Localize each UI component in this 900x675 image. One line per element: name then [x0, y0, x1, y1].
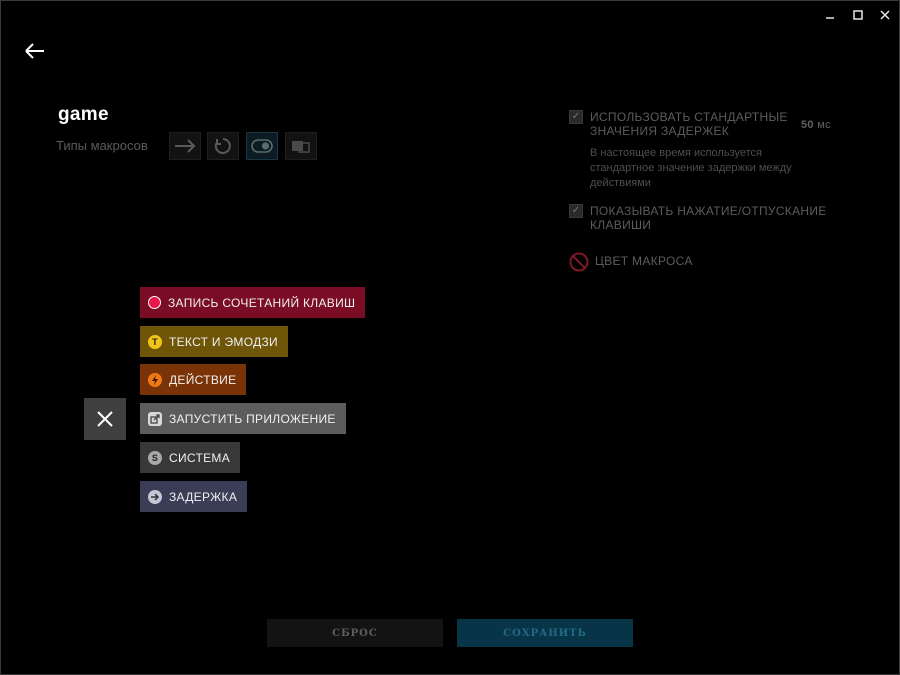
reset-button[interactable]: СБРОС [267, 619, 443, 647]
menu-item-label: ЗАПИСЬ СОЧЕТАНИЙ КЛАВИШ [168, 295, 356, 310]
menu-item-label: ЗАПУСТИТЬ ПРИЛОЖЕНИЕ [169, 411, 336, 426]
delay-icon [148, 489, 162, 504]
lightning-icon [148, 372, 162, 387]
app-window [0, 0, 900, 675]
record-icon [148, 296, 161, 309]
no-color-icon[interactable] [569, 252, 589, 272]
menu-item-label: ДЕЙСТВИЕ [169, 372, 237, 387]
default-delay-label-line2: ЗНАЧЕНИЯ ЗАДЕРЖЕК [590, 124, 730, 138]
show-press-label: ПОКАЗЫВАТЬ НАЖАТИЕ/ОТПУСКАНИЕ КЛАВИШИ [590, 204, 827, 232]
menu-item-label: СИСТЕМА [169, 450, 230, 465]
save-button[interactable]: СОХРАНИТЬ [457, 619, 633, 647]
menu-item-label: ЗАДЕРЖКА [169, 489, 238, 504]
macro-color-label: ЦВЕТ МАКРОСА [595, 254, 693, 268]
launch-app-icon [148, 411, 162, 426]
maximize-icon[interactable] [848, 6, 868, 24]
show-press-label-line2: КЛАВИШИ [590, 218, 652, 232]
text-icon: T [148, 334, 162, 349]
delay-note: В настоящее время используется стандартн… [590, 146, 792, 191]
macro-types-label: Типы макросов [56, 138, 148, 153]
delay-value-number: 50 [801, 119, 814, 131]
default-delay-checkbox[interactable]: ✓ [569, 110, 583, 124]
menu-item-text[interactable]: T ТЕКСТ И ЭМОДЗИ [140, 326, 288, 357]
delay-unit: мс [817, 119, 831, 131]
arrow-right-icon[interactable] [169, 132, 201, 160]
minimize-icon[interactable] [820, 6, 840, 24]
show-press-label-line1: ПОКАЗЫВАТЬ НАЖАТИЕ/ОТПУСКАНИЕ [590, 204, 827, 218]
hold-icon[interactable] [285, 132, 317, 160]
default-delay-label-line1: ИСПОЛЬЗОВАТЬ СТАНДАРТНЫЕ [590, 110, 788, 124]
arrow-left-icon[interactable] [24, 42, 46, 60]
close-icon[interactable] [875, 6, 895, 24]
menu-item-delay[interactable]: ЗАДЕРЖКА [140, 481, 248, 512]
delay-note-line3: действиями [590, 177, 651, 189]
menu-item-launch-app[interactable]: ЗАПУСТИТЬ ПРИЛОЖЕНИЕ [140, 403, 346, 434]
show-press-checkbox[interactable]: ✓ [569, 204, 583, 218]
repeat-icon[interactable] [207, 132, 239, 160]
toggle-icon[interactable] [246, 132, 278, 160]
menu-item-label: ТЕКСТ И ЭМОДЗИ [169, 334, 278, 349]
menu-item-record[interactable]: ЗАПИСЬ СОЧЕТАНИЙ КЛАВИШ [140, 287, 366, 318]
delay-value[interactable]: 50 мс [801, 118, 831, 132]
close-menu-button[interactable] [84, 398, 126, 440]
delay-note-line1: В настоящее время используется [590, 147, 762, 159]
macro-name: game [58, 104, 109, 125]
close-icon [97, 411, 113, 427]
default-delay-label: ИСПОЛЬЗОВАТЬ СТАНДАРТНЫЕ ЗНАЧЕНИЯ ЗАДЕРЖ… [590, 110, 788, 138]
system-icon: S [148, 450, 162, 465]
menu-item-action[interactable]: ДЕЙСТВИЕ [140, 364, 247, 395]
menu-item-system[interactable]: S СИСТЕМА [140, 442, 240, 473]
delay-note-line2: стандартное значение задержки между [590, 162, 792, 174]
